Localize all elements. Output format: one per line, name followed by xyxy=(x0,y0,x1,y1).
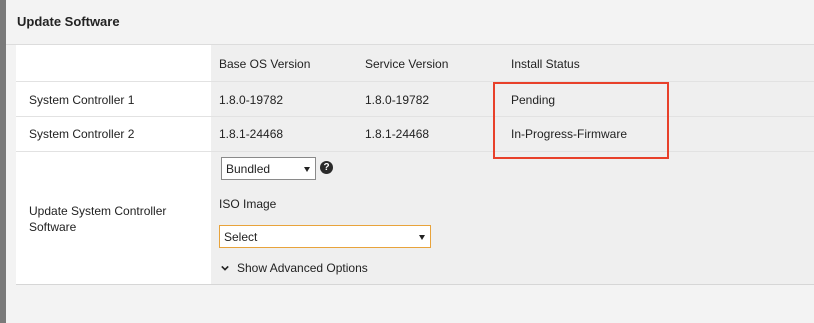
panel-title: Update Software xyxy=(17,14,120,29)
cell-status-controller-2: In-Progress-Firmware xyxy=(511,127,628,141)
cell-base-os-controller-2: 1.8.1-24468 xyxy=(219,127,284,141)
cell-base-os-controller-1: 1.8.0-19782 xyxy=(219,93,284,107)
source-select[interactable]: Bundled xyxy=(221,157,316,180)
row-divider xyxy=(16,151,814,152)
column-header-base-os: Base OS Version xyxy=(219,57,311,71)
show-advanced-options-label: Show Advanced Options xyxy=(237,261,368,275)
row-divider xyxy=(16,81,814,82)
caret-down-icon xyxy=(419,234,425,240)
row-label-controller-2: System Controller 2 xyxy=(29,127,135,141)
iso-image-select[interactable]: Select xyxy=(219,225,431,248)
show-advanced-options-toggle[interactable]: Show Advanced Options xyxy=(219,260,389,276)
chevron-down-icon xyxy=(221,265,229,271)
column-header-service: Service Version xyxy=(365,57,449,71)
iso-image-label: ISO Image xyxy=(219,197,277,211)
column-header-install-status: Install Status xyxy=(511,57,580,71)
update-software-label: Update System Controller Software xyxy=(29,204,167,234)
source-select-value: Bundled xyxy=(226,161,271,176)
cell-service-controller-1: 1.8.0-19782 xyxy=(365,93,430,107)
cell-status-controller-1: Pending xyxy=(511,93,556,107)
iso-select-value: Select xyxy=(224,229,258,244)
table-bottom-border xyxy=(16,284,814,285)
software-table: Base OS Version Service Version Install … xyxy=(16,45,814,285)
caret-down-icon xyxy=(304,166,310,172)
update-software-panel: Update Software Base OS Version Service … xyxy=(6,0,814,323)
help-icon[interactable]: ? xyxy=(320,161,333,174)
row-divider xyxy=(16,116,814,117)
cell-service-controller-2: 1.8.1-24468 xyxy=(365,127,430,141)
row-label-controller-1: System Controller 1 xyxy=(29,93,135,107)
